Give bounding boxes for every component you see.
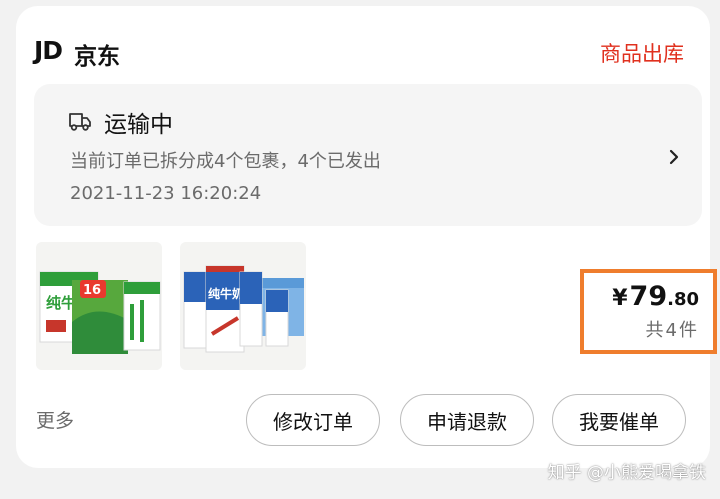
urge-order-button[interactable]: 我要催单 — [552, 394, 686, 446]
price-decimal: .80 — [667, 289, 699, 310]
jd-logo: JD — [34, 36, 63, 65]
price-currency: ¥ — [612, 286, 628, 311]
product-1-badge: 16 — [83, 283, 101, 298]
order-price-summary: ¥79.80 共4件 — [580, 269, 717, 354]
truck-icon — [69, 113, 91, 131]
order-card[interactable]: JD 京东 商品出库 运输中 当前订单已拆分成4个包裹，4个已发出 2021-1… — [16, 6, 717, 468]
product-2-text: 纯牛奶 — [208, 286, 244, 301]
modify-order-button[interactable]: 修改订单 — [246, 394, 380, 446]
shop-name[interactable]: 京东 — [74, 37, 120, 71]
order-total-price: ¥79.80 — [612, 281, 699, 312]
shipping-status-panel[interactable]: 运输中 当前订单已拆分成4个包裹，4个已发出 2021-11-23 16:20:… — [34, 84, 702, 226]
product-image-green-milk[interactable]: 纯牛奶 16 — [36, 242, 162, 370]
product-image-blue-milk[interactable]: 纯牛奶 — [180, 242, 306, 370]
watermark: 知乎 @小熊爱喝拿铁 — [547, 463, 706, 483]
chevron-right-icon[interactable] — [668, 148, 680, 166]
order-status: 商品出库 — [600, 42, 684, 66]
price-integer: 79 — [629, 281, 668, 312]
shipping-detail: 当前订单已拆分成4个包裹，4个已发出 — [70, 151, 381, 172]
shipping-time: 2021-11-23 16:20:24 — [70, 183, 262, 204]
order-header: JD 京东 商品出库 — [16, 6, 710, 86]
blue-milk-carton-image: 纯牛奶 — [180, 242, 306, 370]
more-button[interactable]: 更多 — [36, 406, 74, 433]
request-refund-button[interactable]: 申请退款 — [400, 394, 534, 446]
item-count: 共4件 — [645, 320, 699, 341]
green-milk-carton-image: 纯牛奶 16 — [36, 242, 162, 370]
shipping-title: 运输中 — [104, 112, 173, 138]
